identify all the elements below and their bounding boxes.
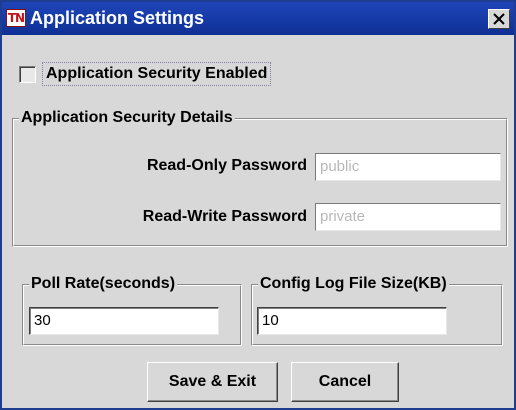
read-write-password-field[interactable]: private [315,203,501,231]
security-enabled-label[interactable]: Application Security Enabled [42,62,272,86]
cancel-button[interactable]: Cancel [291,362,399,402]
poll-rate-title: Poll Rate(seconds) [29,275,178,293]
poll-rate-input[interactable]: 30 [29,307,219,335]
security-enabled-checkbox[interactable] [19,65,36,83]
read-only-password-label: Read-Only Password [146,157,307,174]
read-write-password-label: Read-Write Password [142,208,307,225]
log-size-title: Config Log File Size(KB) [258,275,449,293]
tn-logo-icon: TN [6,9,26,27]
read-only-password-field[interactable]: public [315,153,501,181]
security-enabled-row[interactable]: Application Security Enabled [19,59,272,89]
save-exit-button[interactable]: Save & Exit [147,362,278,402]
security-details-title: Application Security Details [19,109,235,127]
window-title: Application Settings [30,8,205,28]
title-bar[interactable]: TN Application Settings [2,2,514,35]
settings-dialog: TN Application Settings Application Secu… [0,0,516,410]
close-button[interactable] [488,9,510,29]
log-size-input[interactable]: 10 [257,307,447,335]
close-icon [493,13,505,25]
